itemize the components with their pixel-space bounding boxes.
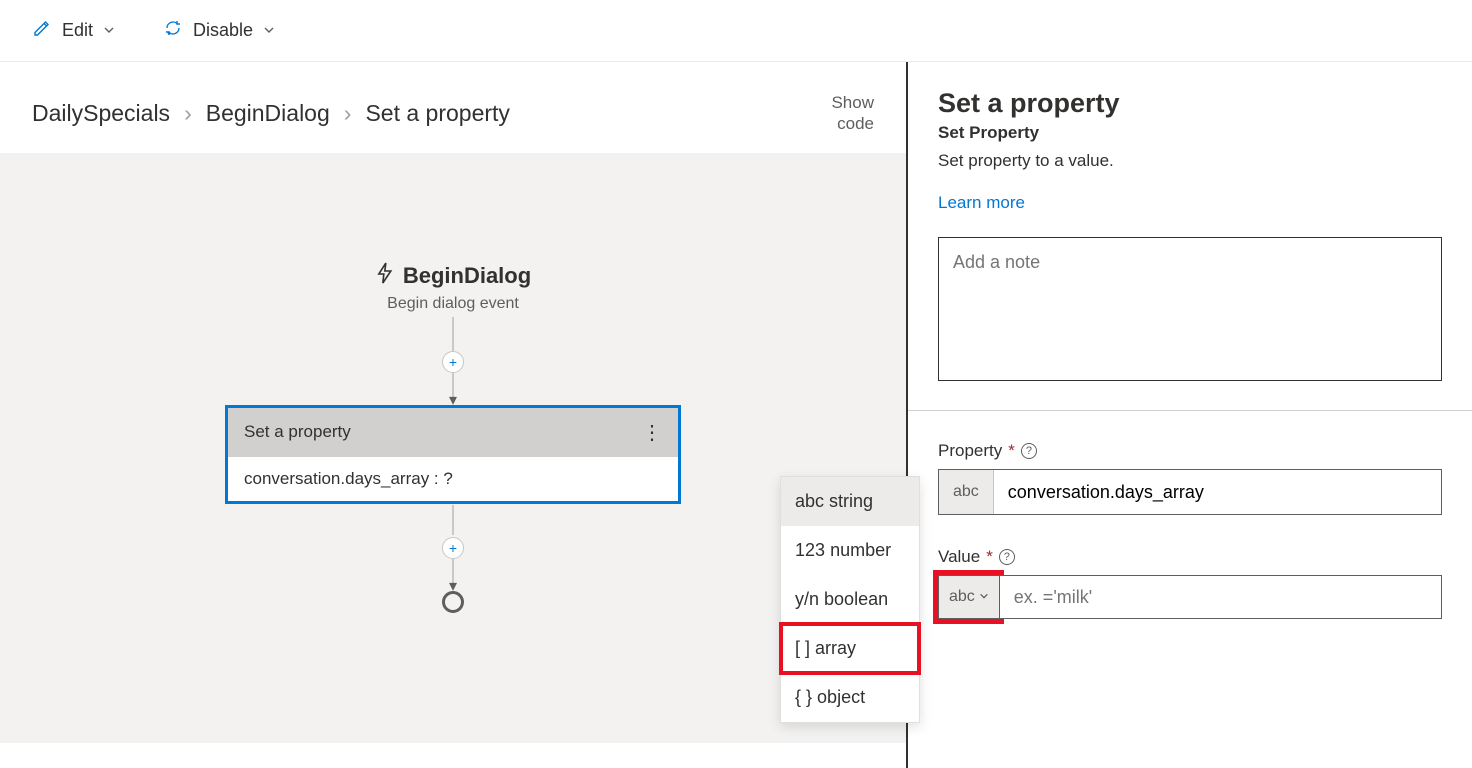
- chevron-down-icon: [103, 20, 115, 41]
- property-type-prefix[interactable]: abc: [939, 470, 994, 514]
- type-option-string[interactable]: abc string: [781, 477, 919, 526]
- panel-description: Set property to a value.: [938, 151, 1442, 171]
- type-option-object[interactable]: { } object: [781, 673, 919, 722]
- begin-dialog-node[interactable]: BeginDialog Begin dialog event: [375, 261, 531, 313]
- chevron-down-icon: [979, 588, 989, 606]
- more-icon[interactable]: ⋮: [642, 420, 662, 445]
- required-indicator: *: [986, 547, 993, 567]
- chevron-right-icon: ›: [344, 100, 352, 127]
- chevron-right-icon: ›: [184, 100, 192, 127]
- node-title: Set a property: [244, 422, 351, 442]
- type-picker-menu: abc string 123 number y/n boolean [ ] ar…: [780, 476, 920, 723]
- note-textarea[interactable]: [938, 237, 1442, 381]
- type-option-number[interactable]: 123 number: [781, 526, 919, 575]
- pencil-icon: [32, 18, 52, 43]
- value-input[interactable]: [999, 575, 1442, 619]
- value-field-label: Value * ?: [938, 547, 1442, 567]
- begin-dialog-title: BeginDialog: [403, 263, 531, 289]
- breadcrumb-item[interactable]: DailySpecials: [32, 100, 170, 127]
- flow-canvas[interactable]: BeginDialog Begin dialog event + ▾ Set a…: [0, 153, 906, 743]
- required-indicator: *: [1008, 441, 1015, 461]
- node-body: conversation.days_array : ?: [228, 457, 678, 501]
- type-option-array[interactable]: [ ] array: [781, 624, 919, 673]
- edit-button[interactable]: Edit: [32, 18, 115, 43]
- begin-dialog-subtitle: Begin dialog event: [375, 295, 531, 313]
- help-icon[interactable]: ?: [1021, 443, 1037, 459]
- panel-subtitle: Set Property: [938, 123, 1442, 143]
- flow-end-node: [442, 591, 464, 613]
- add-action-button[interactable]: +: [442, 351, 464, 373]
- lightning-icon: [375, 261, 395, 291]
- breadcrumb-item-current: Set a property: [365, 100, 509, 127]
- chevron-down-icon: [263, 20, 275, 41]
- type-option-boolean[interactable]: y/n boolean: [781, 575, 919, 624]
- panel-title: Set a property: [938, 88, 1442, 119]
- property-input[interactable]: [994, 470, 1441, 514]
- property-field-label: Property * ?: [938, 441, 1442, 461]
- flow-connector: [453, 317, 454, 351]
- set-property-node[interactable]: Set a property ⋮ conversation.days_array…: [225, 405, 681, 504]
- divider: [908, 410, 1472, 411]
- breadcrumb-item[interactable]: BeginDialog: [206, 100, 330, 127]
- show-code-button[interactable]: Show code: [831, 92, 874, 135]
- help-icon[interactable]: ?: [999, 549, 1015, 565]
- toolbar: Edit Disable: [0, 0, 1472, 62]
- learn-more-link[interactable]: Learn more: [938, 193, 1025, 213]
- value-type-picker[interactable]: abc: [938, 575, 999, 619]
- breadcrumb: DailySpecials › BeginDialog › Set a prop…: [32, 100, 510, 127]
- disable-button[interactable]: Disable: [163, 18, 275, 43]
- disable-label: Disable: [193, 20, 253, 41]
- design-canvas-pane: DailySpecials › BeginDialog › Set a prop…: [0, 62, 908, 768]
- properties-panel: Set a property Set Property Set property…: [908, 62, 1472, 768]
- add-action-button[interactable]: +: [442, 537, 464, 559]
- refresh-icon: [163, 18, 183, 43]
- flow-connector: [453, 505, 454, 535]
- edit-label: Edit: [62, 20, 93, 41]
